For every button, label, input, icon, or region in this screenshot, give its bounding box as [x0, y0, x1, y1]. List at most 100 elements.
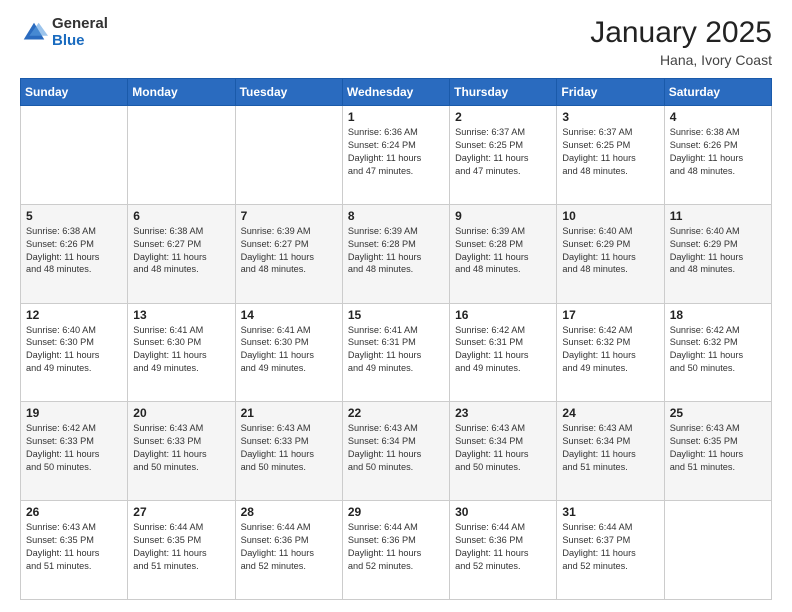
week-row-3: 12Sunrise: 6:40 AMSunset: 6:30 PMDayligh…: [21, 303, 772, 402]
day-info: Sunrise: 6:39 AMSunset: 6:27 PMDaylight:…: [241, 225, 337, 277]
day-number: 11: [670, 209, 766, 223]
logo-blue-text: Blue: [52, 32, 85, 49]
day-info: Sunrise: 6:37 AMSunset: 6:25 PMDaylight:…: [455, 126, 551, 178]
day-info: Sunrise: 6:39 AMSunset: 6:28 PMDaylight:…: [455, 225, 551, 277]
day-cell: 9Sunrise: 6:39 AMSunset: 6:28 PMDaylight…: [450, 204, 557, 303]
day-number: 3: [562, 110, 658, 124]
day-cell: 22 Sunrise: 6:43 AMSunset: 6:34 PMDayligh…: [342, 402, 449, 501]
day-cell: 7 Sunrise: 6:39 AMSunset: 6:27 PMDaylight…: [235, 204, 342, 303]
weekday-header-monday: Monday: [128, 79, 235, 106]
day-info: Sunrise: 6:42 AMSunset: 6:33 PMDaylight:…: [26, 422, 122, 474]
day-number: 8: [348, 209, 444, 223]
weekday-header-saturday: Saturday: [664, 79, 771, 106]
day-cell: 18Sunrise: 6:42 AMSunset: 6:32 PMDayligh…: [664, 303, 771, 402]
day-info: Sunrise: 6:36 AMSunset: 6:24 PMDaylight:…: [348, 126, 444, 178]
day-cell: 11Sunrise: 6:40 AMSunset: 6:29 PMDayligh…: [664, 204, 771, 303]
day-number: 22: [348, 406, 444, 420]
week-row-4: 19 Sunrise: 6:42 AMSunset: 6:33 PMDayligh…: [21, 402, 772, 501]
weekday-header-row: SundayMondayTuesdayWednesdayThursdayFrid…: [21, 79, 772, 106]
day-number: 14: [241, 308, 337, 322]
day-number: 7: [241, 209, 337, 223]
day-info: Sunrise: 6:44 AMSunset: 6:36 PMDaylight:…: [455, 521, 551, 573]
day-number: 28: [241, 505, 337, 519]
day-info: Sunrise: 6:42 AMSunset: 6:32 PMDaylight:…: [670, 324, 766, 376]
day-number: 31: [562, 505, 658, 519]
day-number: 1: [348, 110, 444, 124]
day-cell: 14 Sunrise: 6:41 AMSunset: 6:30 PMDayligh…: [235, 303, 342, 402]
day-cell: 2 Sunrise: 6:37 AMSunset: 6:25 PMDaylight…: [450, 106, 557, 205]
day-info: Sunrise: 6:41 AMSunset: 6:31 PMDaylight:…: [348, 324, 444, 376]
day-number: 10: [562, 209, 658, 223]
day-info: Sunrise: 6:43 AMSunset: 6:33 PMDaylight:…: [133, 422, 229, 474]
calendar-table: SundayMondayTuesdayWednesdayThursdayFrid…: [20, 78, 772, 600]
day-number: 30: [455, 505, 551, 519]
day-cell: 21 Sunrise: 6:43 AMSunset: 6:33 PMDayligh…: [235, 402, 342, 501]
day-cell: 6Sunrise: 6:38 AMSunset: 6:27 PMDaylight…: [128, 204, 235, 303]
weekday-header-sunday: Sunday: [21, 79, 128, 106]
day-info: Sunrise: 6:40 AMSunset: 6:30 PMDaylight:…: [26, 324, 122, 376]
header: General Blue January 2025 Hana, Ivory Co…: [20, 16, 772, 68]
day-info: Sunrise: 6:38 AMSunset: 6:27 PMDaylight:…: [133, 225, 229, 277]
day-cell: [128, 106, 235, 205]
day-number: 24: [562, 406, 658, 420]
week-row-5: 26Sunrise: 6:43 AMSunset: 6:35 PMDayligh…: [21, 501, 772, 600]
day-info: Sunrise: 6:44 AMSunset: 6:35 PMDaylight:…: [133, 521, 229, 573]
day-number: 16: [455, 308, 551, 322]
day-number: 19: [26, 406, 122, 420]
day-cell: 3 Sunrise: 6:37 AMSunset: 6:25 PMDaylight…: [557, 106, 664, 205]
page: General Blue January 2025 Hana, Ivory Co…: [0, 0, 792, 612]
day-info: Sunrise: 6:43 AMSunset: 6:34 PMDaylight:…: [562, 422, 658, 474]
day-number: 17: [562, 308, 658, 322]
day-info: Sunrise: 6:37 AMSunset: 6:25 PMDaylight:…: [562, 126, 658, 178]
day-info: Sunrise: 6:44 AMSunset: 6:36 PMDaylight:…: [241, 521, 337, 573]
day-cell: 30 Sunrise: 6:44 AMSunset: 6:36 PMDayligh…: [450, 501, 557, 600]
week-row-2: 5 Sunrise: 6:38 AMSunset: 6:26 PMDaylight…: [21, 204, 772, 303]
day-info: Sunrise: 6:43 AMSunset: 6:33 PMDaylight:…: [241, 422, 337, 474]
day-number: 15: [348, 308, 444, 322]
day-cell: 23Sunrise: 6:43 AMSunset: 6:34 PMDayligh…: [450, 402, 557, 501]
day-number: 20: [133, 406, 229, 420]
day-cell: 29Sunrise: 6:44 AMSunset: 6:36 PMDayligh…: [342, 501, 449, 600]
logo-icon: [20, 19, 48, 47]
day-info: Sunrise: 6:38 AMSunset: 6:26 PMDaylight:…: [670, 126, 766, 178]
day-cell: 28 Sunrise: 6:44 AMSunset: 6:36 PMDayligh…: [235, 501, 342, 600]
day-info: Sunrise: 6:43 AMSunset: 6:35 PMDaylight:…: [670, 422, 766, 474]
day-number: 13: [133, 308, 229, 322]
day-cell: 26Sunrise: 6:43 AMSunset: 6:35 PMDayligh…: [21, 501, 128, 600]
title-block: January 2025 Hana, Ivory Coast: [590, 16, 772, 68]
day-info: Sunrise: 6:44 AMSunset: 6:36 PMDaylight:…: [348, 521, 444, 573]
day-cell: 12Sunrise: 6:40 AMSunset: 6:30 PMDayligh…: [21, 303, 128, 402]
day-cell: [235, 106, 342, 205]
day-cell: 25Sunrise: 6:43 AMSunset: 6:35 PMDayligh…: [664, 402, 771, 501]
day-info: Sunrise: 6:43 AMSunset: 6:34 PMDaylight:…: [455, 422, 551, 474]
day-cell: 19 Sunrise: 6:42 AMSunset: 6:33 PMDayligh…: [21, 402, 128, 501]
day-info: Sunrise: 6:43 AMSunset: 6:35 PMDaylight:…: [26, 521, 122, 573]
day-cell: 5 Sunrise: 6:38 AMSunset: 6:26 PMDaylight…: [21, 204, 128, 303]
day-info: Sunrise: 6:41 AMSunset: 6:30 PMDaylight:…: [241, 324, 337, 376]
week-row-1: 1 Sunrise: 6:36 AMSunset: 6:24 PMDaylight…: [21, 106, 772, 205]
day-cell: 27 Sunrise: 6:44 AMSunset: 6:35 PMDayligh…: [128, 501, 235, 600]
weekday-header-friday: Friday: [557, 79, 664, 106]
day-number: 27: [133, 505, 229, 519]
month-title: January 2025: [590, 16, 772, 50]
day-number: 21: [241, 406, 337, 420]
day-cell: 15 Sunrise: 6:41 AMSunset: 6:31 PMDayligh…: [342, 303, 449, 402]
day-number: 4: [670, 110, 766, 124]
day-cell: 24 Sunrise: 6:43 AMSunset: 6:34 PMDayligh…: [557, 402, 664, 501]
day-info: Sunrise: 6:40 AMSunset: 6:29 PMDaylight:…: [562, 225, 658, 277]
day-cell: 8Sunrise: 6:39 AMSunset: 6:28 PMDaylight…: [342, 204, 449, 303]
day-cell: 1 Sunrise: 6:36 AMSunset: 6:24 PMDaylight…: [342, 106, 449, 205]
day-cell: 13Sunrise: 6:41 AMSunset: 6:30 PMDayligh…: [128, 303, 235, 402]
day-info: Sunrise: 6:42 AMSunset: 6:31 PMDaylight:…: [455, 324, 551, 376]
day-info: Sunrise: 6:43 AMSunset: 6:34 PMDaylight:…: [348, 422, 444, 474]
day-info: Sunrise: 6:38 AMSunset: 6:26 PMDaylight:…: [26, 225, 122, 277]
day-cell: 4 Sunrise: 6:38 AMSunset: 6:26 PMDaylight…: [664, 106, 771, 205]
day-info: Sunrise: 6:44 AMSunset: 6:37 PMDaylight:…: [562, 521, 658, 573]
day-number: 2: [455, 110, 551, 124]
day-cell: [21, 106, 128, 205]
day-number: 5: [26, 209, 122, 223]
location: Hana, Ivory Coast: [590, 52, 772, 68]
day-cell: 20 Sunrise: 6:43 AMSunset: 6:33 PMDayligh…: [128, 402, 235, 501]
day-cell: [664, 501, 771, 600]
logo-general-text: General: [52, 15, 108, 32]
